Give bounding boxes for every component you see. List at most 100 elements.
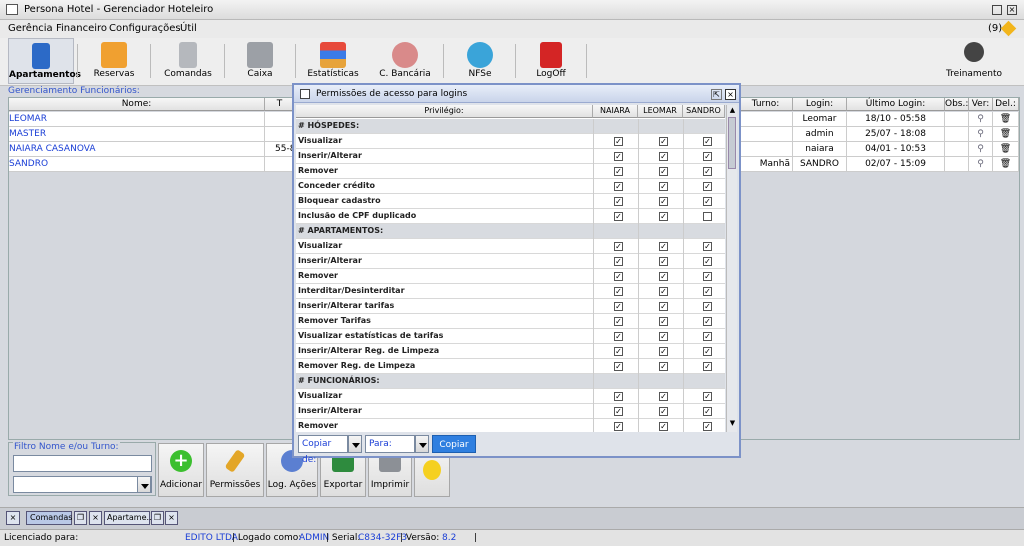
permission-checkbox[interactable]: ✓	[614, 302, 623, 311]
permission-checkbox[interactable]: ✓	[659, 272, 668, 281]
trash-icon[interactable]: 🗑	[993, 112, 1019, 127]
permission-checkbox[interactable]: ✓	[703, 152, 712, 161]
permission-checkbox[interactable]: ✓	[659, 302, 668, 311]
caixa-button[interactable]: Caixa	[232, 38, 288, 84]
search-icon[interactable]: ⚲	[969, 142, 993, 157]
menu-configuracoes[interactable]: Configurações	[109, 23, 181, 34]
scroll-up-icon[interactable]: ▲	[728, 106, 737, 116]
permission-checkbox[interactable]: ✓	[659, 167, 668, 176]
permission-checkbox[interactable]: ✓	[659, 407, 668, 416]
copiar-button[interactable]: Copiar	[432, 435, 476, 453]
estatisticas-button[interactable]: Estatísticas	[302, 38, 364, 84]
copy-to-select[interactable]: Para:	[365, 435, 415, 453]
vertical-scrollbar[interactable]: ▲ ▼	[726, 105, 737, 432]
close-icon[interactable]: ×	[1007, 5, 1017, 15]
restore-icon[interactable]	[992, 5, 1002, 15]
permission-checkbox[interactable]: ✓	[703, 302, 712, 311]
permission-checkbox[interactable]: ✓	[614, 257, 623, 266]
permission-checkbox[interactable]: ✓	[703, 362, 712, 371]
permission-checkbox[interactable]: ✓	[614, 422, 623, 431]
menu-financeiro[interactable]: Financeiro	[56, 23, 107, 34]
scroll-thumb[interactable]	[728, 117, 736, 169]
col-ultimo-login[interactable]: Último Login:	[847, 98, 945, 111]
close-icon[interactable]: ×	[725, 89, 736, 100]
col-t[interactable]: T	[265, 98, 295, 111]
col-turno[interactable]: Turno:	[739, 98, 793, 111]
permission-checkbox[interactable]: ✓	[614, 197, 623, 206]
permission-checkbox[interactable]: ✓	[703, 257, 712, 266]
filter-name-input[interactable]	[13, 455, 152, 472]
chevron-down-icon[interactable]	[348, 435, 362, 453]
permission-checkbox[interactable]: ✓	[659, 287, 668, 296]
task-comandas[interactable]: Comandas	[26, 511, 72, 525]
permission-checkbox[interactable]: ✓	[659, 317, 668, 326]
permission-checkbox[interactable]: ✓	[614, 212, 623, 221]
treinamento-button[interactable]: Treinamento	[942, 38, 1006, 84]
col-obs[interactable]: Obs.:	[945, 98, 969, 111]
permission-checkbox[interactable]: ✓	[703, 407, 712, 416]
chevron-down-icon[interactable]	[415, 435, 429, 453]
dialog-title-bar[interactable]: Permissões de acesso para logins ⇱ ×	[294, 85, 739, 103]
scroll-down-icon[interactable]: ▼	[728, 419, 737, 429]
permission-checkbox[interactable]: ✓	[703, 332, 712, 341]
trash-icon[interactable]: 🗑	[993, 142, 1019, 157]
permission-checkbox[interactable]: ✓	[659, 422, 668, 431]
warning-icon[interactable]	[1000, 20, 1017, 37]
permission-checkbox[interactable]: ✓	[614, 137, 623, 146]
permission-checkbox[interactable]: ✓	[614, 407, 623, 416]
close-icon[interactable]: ×	[89, 511, 102, 525]
adicionar-button[interactable]: + Adicionar	[158, 443, 204, 497]
permission-checkbox[interactable]: ✓	[614, 362, 623, 371]
col-sandro[interactable]: SANDRO	[683, 105, 725, 118]
permission-checkbox[interactable]: ✓	[614, 272, 623, 281]
permission-checkbox[interactable]: ✓	[703, 137, 712, 146]
permission-checkbox[interactable]: ✓	[659, 347, 668, 356]
col-naiara[interactable]: NAIARA	[593, 105, 638, 118]
permission-checkbox[interactable]: ✓	[659, 332, 668, 341]
col-leomar[interactable]: LEOMAR	[638, 105, 683, 118]
col-del[interactable]: Del.:	[993, 98, 1019, 111]
menu-gerencia[interactable]: Gerência	[8, 23, 53, 34]
permission-checkbox[interactable]: ✓	[614, 182, 623, 191]
nfse-button[interactable]: NFSe	[452, 38, 508, 84]
permission-checkbox[interactable]: ✓	[659, 152, 668, 161]
permission-checkbox[interactable]: ✓	[614, 317, 623, 326]
permission-checkbox[interactable]: ✓	[659, 257, 668, 266]
permission-checkbox[interactable]: ✓	[659, 362, 668, 371]
restore-icon[interactable]: ❐	[151, 511, 164, 525]
permission-checkbox[interactable]: ✓	[614, 242, 623, 251]
restore-icon[interactable]: ⇱	[711, 89, 722, 100]
permission-checkbox[interactable]: ✓	[659, 212, 668, 221]
permission-checkbox[interactable]: ✓	[614, 287, 623, 296]
permission-checkbox[interactable]: ✓	[703, 392, 712, 401]
permissoes-button[interactable]: Permissões	[206, 443, 264, 497]
filter-turno-select[interactable]	[13, 476, 152, 493]
permission-checkbox[interactable]: ✓	[659, 182, 668, 191]
permission-checkbox[interactable]: ✓	[703, 167, 712, 176]
restore-icon[interactable]: ❐	[74, 511, 87, 525]
menu-util[interactable]: Útil	[180, 23, 197, 34]
permission-checkbox[interactable]: ✓	[703, 182, 712, 191]
task-apartamentos[interactable]: Apartame...	[104, 511, 154, 525]
permission-checkbox[interactable]: ✓	[614, 332, 623, 341]
trash-icon[interactable]: 🗑	[993, 157, 1019, 172]
search-icon[interactable]: ⚲	[969, 157, 993, 172]
chevron-down-icon[interactable]	[137, 476, 151, 493]
logoff-button[interactable]: LogOff	[522, 38, 580, 84]
permission-checkbox[interactable]: ✓	[614, 152, 623, 161]
search-icon[interactable]: ⚲	[969, 127, 993, 142]
permission-checkbox[interactable]: ✓	[703, 317, 712, 326]
permission-checkbox[interactable]: ✓	[659, 392, 668, 401]
reservas-button[interactable]: Reservas	[84, 38, 144, 84]
col-login[interactable]: Login:	[793, 98, 847, 111]
col-nome[interactable]: Nome:	[9, 98, 265, 111]
permission-checkbox[interactable]: ✓	[659, 137, 668, 146]
col-ver[interactable]: Ver:	[969, 98, 993, 111]
permission-checkbox[interactable]: ✓	[703, 197, 712, 206]
permission-checkbox[interactable]	[703, 212, 712, 221]
permission-checkbox[interactable]: ✓	[614, 167, 623, 176]
permission-checkbox[interactable]: ✓	[659, 242, 668, 251]
c-bancaria-button[interactable]: C. Bancária	[372, 38, 438, 84]
apartamentos-button[interactable]: Apartamentos	[8, 38, 81, 84]
search-icon[interactable]: ⚲	[969, 112, 993, 127]
